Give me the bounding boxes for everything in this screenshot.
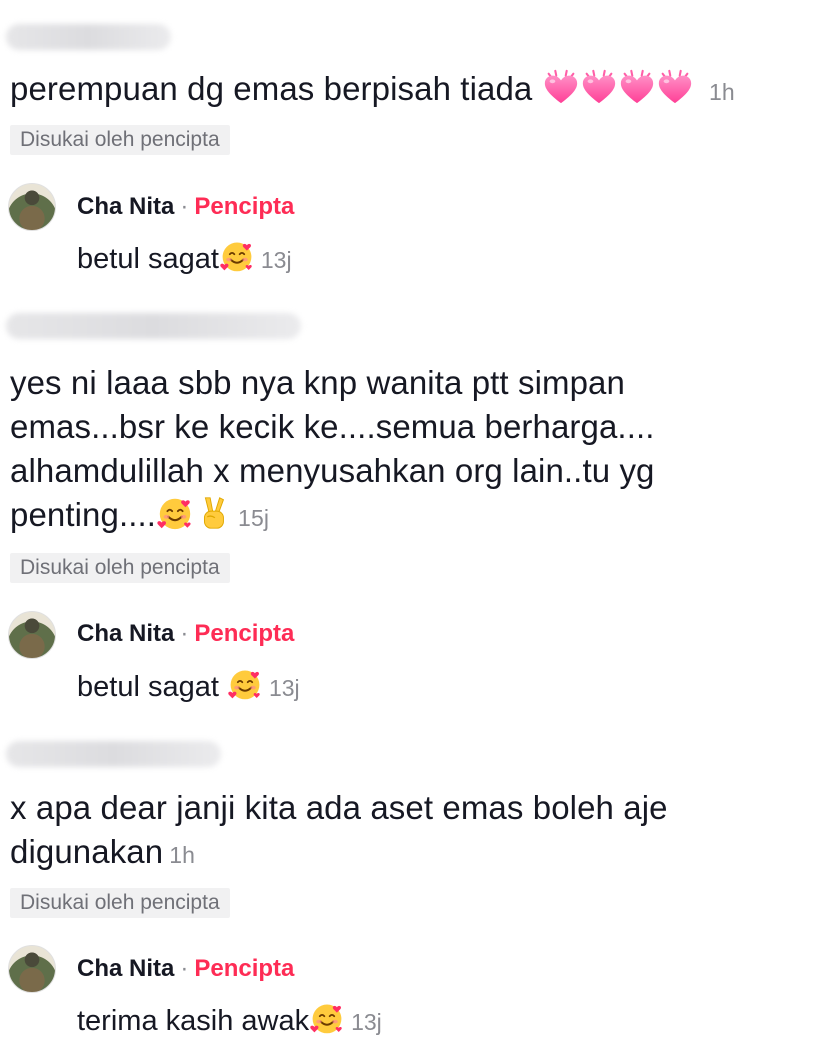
comment-timestamp: 1h — [169, 842, 195, 868]
liked-by-creator-badge: Disukai oleh pencipta — [10, 888, 230, 918]
reply-header: Cha Nita · Pencipta — [77, 619, 294, 649]
comment-line: digunakan — [10, 833, 164, 870]
reply-body: terima kasih awak — [77, 1005, 310, 1037]
comment-last-line: penting.... 15j — [10, 493, 800, 543]
avatar[interactable] — [8, 611, 56, 659]
comment-line: yes ni laaa sbb nya knp wanita ptt simpa… — [10, 364, 625, 401]
smiling-face-with-hearts-icon — [219, 238, 255, 284]
reply-timestamp: 13j — [268, 675, 300, 701]
sparkling-heart-icon — [542, 68, 580, 117]
sparkling-heart-icon — [618, 68, 656, 117]
liked-by-creator-badge: Disukai oleh pencipta — [10, 553, 230, 583]
smiling-face-with-hearts-icon — [227, 666, 263, 712]
reply-body: betul sagat — [77, 243, 219, 275]
reply-author[interactable]: Cha Nita — [77, 620, 174, 647]
reply-header: Cha Nita · Pencipta — [77, 954, 294, 984]
creator-label: Pencipta — [194, 620, 295, 647]
comment-timestamp: 15j — [238, 505, 270, 531]
victory-hand-icon — [194, 494, 232, 543]
comment-line: x apa dear janji kita ada aset emas bole… — [10, 789, 668, 826]
comment-line: alhamdulillah x menyusahkan org lain..tu… — [10, 452, 655, 489]
comment-body: perempuan dg emas berpisah tiada — [10, 70, 533, 107]
reply-timestamp: 13j — [260, 247, 292, 273]
reply-timestamp: 13j — [351, 1009, 382, 1035]
avatar[interactable] — [8, 183, 56, 231]
comment-text: perempuan dg emas berpisah tiada 1h — [10, 67, 800, 117]
sparkling-heart-icon — [580, 68, 618, 117]
creator-label: Pencipta — [194, 193, 295, 220]
reply-body: betul sagat — [77, 671, 219, 703]
commenter-name-blurred[interactable] — [6, 741, 221, 767]
comment-text: yes ni laaa sbb nya knp wanita ptt simpa… — [10, 361, 800, 543]
comment-text: x apa dear janji kita ada aset emas bole… — [10, 786, 800, 877]
separator-dot: · — [180, 193, 189, 220]
creator-label: Pencipta — [194, 955, 295, 982]
reply-text: betul sagat 13j — [77, 666, 300, 712]
commenter-name-blurred[interactable] — [6, 24, 171, 50]
separator-dot: · — [180, 620, 189, 647]
liked-by-creator-badge: Disukai oleh pencipta — [10, 125, 230, 155]
comment-line: penting.... — [10, 496, 157, 533]
avatar[interactable] — [8, 945, 56, 993]
comment-line: emas...bsr ke kecik ke....semua berharga… — [10, 408, 655, 445]
reply-text: betul sagat 13j — [77, 238, 292, 284]
commenter-name-blurred[interactable] — [6, 313, 301, 339]
sparkling-heart-icon — [656, 68, 694, 117]
separator-dot: · — [180, 955, 189, 982]
reply-author[interactable]: Cha Nita — [77, 193, 174, 220]
comment-timestamp: 1h — [708, 79, 735, 105]
reply-header: Cha Nita · Pencipta — [77, 192, 294, 222]
smiling-face-with-hearts-icon — [309, 1000, 345, 1046]
smiling-face-with-hearts-icon — [156, 494, 194, 543]
reply-text: terima kasih awak 13j — [77, 1000, 382, 1046]
reply-author[interactable]: Cha Nita — [77, 955, 174, 982]
comment-last-line: digunakan 1h — [10, 830, 800, 877]
